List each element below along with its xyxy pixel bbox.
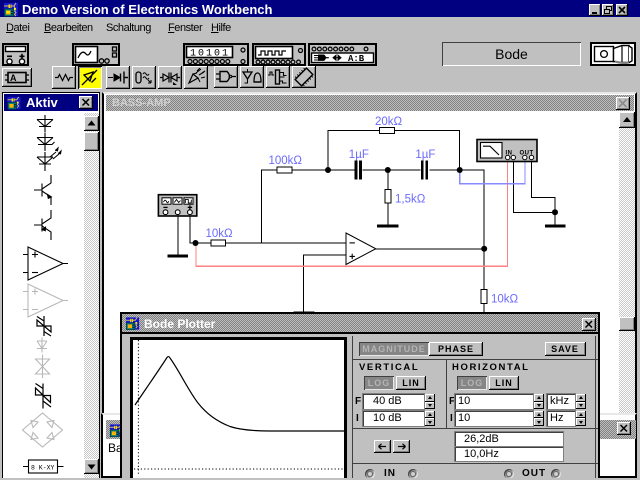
svg-text:A:B: A:B [348,54,365,64]
svg-text:A: A [10,73,17,83]
svg-text:10101: 10101 [190,49,230,60]
svg-text:8 K-XY: 8 K-XY [31,465,55,472]
